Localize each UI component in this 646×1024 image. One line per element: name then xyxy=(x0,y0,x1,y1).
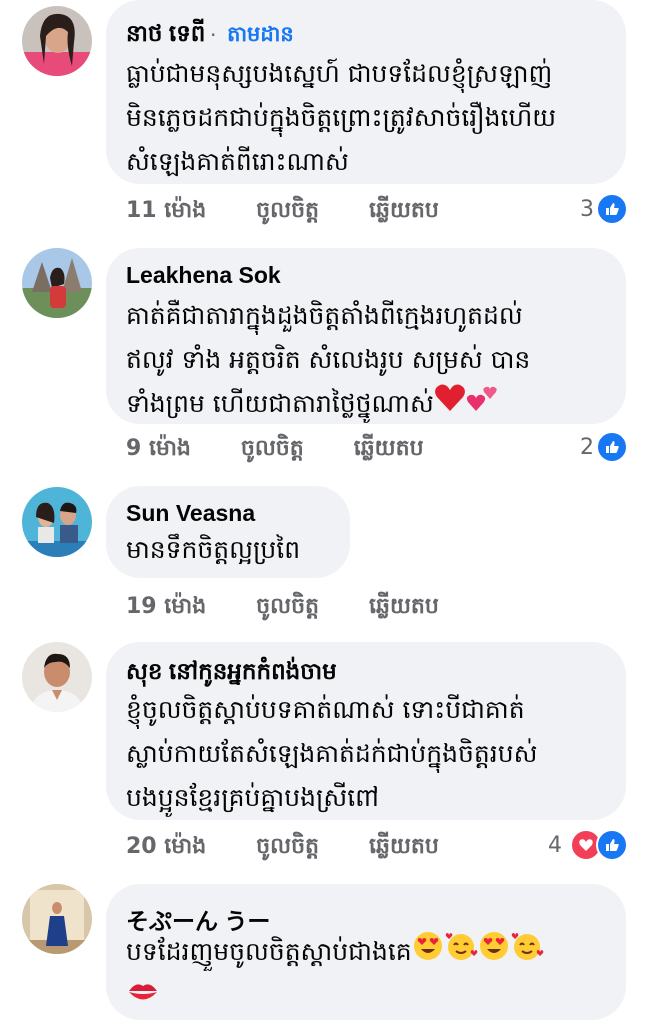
heart-eyes-emoji xyxy=(478,930,510,976)
reaction-summary[interactable]: 4 xyxy=(548,828,628,862)
like-icon xyxy=(596,431,628,463)
commenter-name[interactable]: នាថ ទេពី xyxy=(126,20,205,46)
reply-button[interactable]: ឆ្លើយតប xyxy=(369,832,439,864)
comment-meta: 11 ម៉ោង ចូលចិត្ត ឆ្លើយតប xyxy=(126,196,489,228)
reaction-count: 2 xyxy=(580,434,594,460)
comment-bubble: そぷーん うー បទដែរញួមចូលចិត្តស្ដាប់ជាងគេ xyxy=(106,884,626,1020)
like-icon xyxy=(596,193,628,225)
reaction-count: 3 xyxy=(580,196,594,222)
commenter-name[interactable]: សុខ នៅកូនអ្នកកំពង់ចាម xyxy=(126,658,337,684)
reaction-summary[interactable]: 2 xyxy=(580,430,628,464)
comment-time[interactable]: 19 ម៉ោង xyxy=(126,592,206,624)
comment-text: មានទឹកចិត្តល្អប្រពៃ xyxy=(126,535,301,564)
comment-text: ធ្លាប់ជាមនុស្សបងស្នេហ៍ ជាបទដែលខ្ញុំស្រឡា… xyxy=(126,59,557,176)
heart-eyes-emoji xyxy=(412,930,444,976)
comment-text: បទដែរញួមចូលចិត្តស្ដាប់ជាងគេ xyxy=(126,930,612,1021)
like-button[interactable]: ចូលចិត្ត xyxy=(256,196,319,228)
commenter-name[interactable]: Sun Veasna xyxy=(126,500,255,526)
reply-button[interactable]: ឆ្លើយតប xyxy=(369,196,439,228)
reply-button[interactable]: ឆ្លើយតប xyxy=(369,592,439,624)
avatar[interactable] xyxy=(22,884,92,954)
comment-time[interactable]: 9 ម៉ោង xyxy=(126,434,191,466)
like-button[interactable]: ចូលចិត្ត xyxy=(256,592,319,624)
reaction-summary[interactable]: 3 xyxy=(580,192,628,226)
comment-meta: 19 ម៉ោង ចូលចិត្ត ឆ្លើយតប xyxy=(126,592,489,624)
kiss-mark-emoji xyxy=(126,977,160,1021)
reaction-count: 4 xyxy=(548,832,562,858)
like-icon xyxy=(596,829,628,861)
comment-text: ខ្ញុំចូលចិត្តស្ដាប់បទគាត់ណាស់ ទោះបីជាគាត… xyxy=(126,695,538,812)
avatar[interactable] xyxy=(22,6,92,76)
two-hearts-emoji xyxy=(466,383,500,427)
commenter-name[interactable]: Leakhena Sok xyxy=(126,262,281,288)
comment-bubble: នាថ ទេពី · តាមដាន ធ្លាប់ជាមនុស្សបងស្នេហ៍ ជ… xyxy=(106,0,626,184)
comment-time[interactable]: 20 ម៉ោង xyxy=(126,832,206,864)
like-button[interactable]: ចូលចិត្ត xyxy=(256,832,319,864)
red-heart-emoji xyxy=(434,383,466,427)
comment-bubble: Leakhena Sok គាត់គឺជាតារាក្នុងដួងចិត្តតា… xyxy=(106,248,626,424)
avatar[interactable] xyxy=(22,487,92,557)
reply-button[interactable]: ឆ្លើយតប xyxy=(354,434,424,466)
comment-text: គាត់គឺជាតារាក្នុងដួងចិត្តតាំងពីក្មេងរហូត… xyxy=(126,294,612,427)
comment-bubble: Sun Veasna មានទឹកចិត្តល្អប្រពៃ xyxy=(106,486,350,578)
smiling-hearts-emoji xyxy=(444,930,478,976)
comment-meta: 20 ម៉ោង ចូលចិត្ត ឆ្លើយតប xyxy=(126,832,489,864)
avatar[interactable] xyxy=(22,642,92,712)
follow-button[interactable]: តាមដាន xyxy=(227,23,294,46)
comment-time[interactable]: 11 ម៉ោង xyxy=(126,196,206,228)
avatar[interactable] xyxy=(22,248,92,318)
smiling-hearts-emoji xyxy=(510,930,544,976)
comment-meta: 9 ម៉ោង ចូលចិត្ត ឆ្លើយតប xyxy=(126,434,474,466)
like-button[interactable]: ចូលចិត្ត xyxy=(241,434,304,466)
comment-bubble: សុខ នៅកូនអ្នកកំពង់ចាម ខ្ញុំចូលចិត្តស្ដាប… xyxy=(106,642,626,820)
